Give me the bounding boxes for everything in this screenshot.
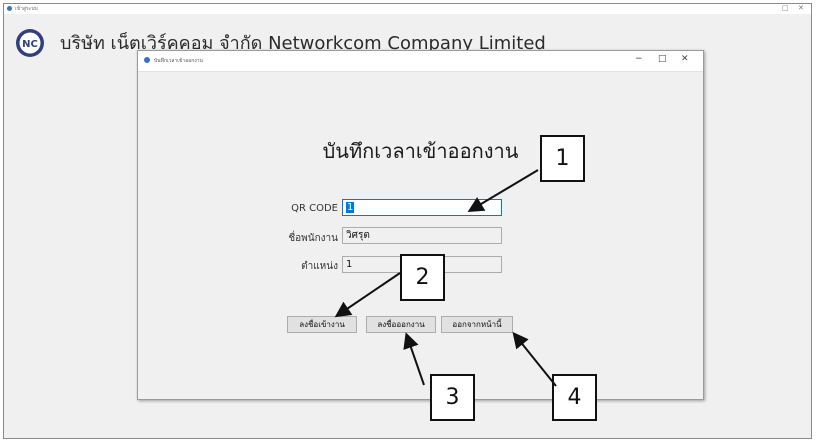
main-window-titlebar: เข้าสู่ระบบ □ ✕ xyxy=(4,4,811,14)
employee-name-field[interactable]: วิศรุต xyxy=(342,227,502,244)
check-in-button[interactable]: ลงชื่อเข้างาน xyxy=(287,316,357,333)
employee-name-value: วิศรุต xyxy=(346,230,370,241)
position-value: 1 xyxy=(346,259,353,270)
callout-4: 4 xyxy=(552,374,597,421)
maximize-button[interactable]: □ xyxy=(782,4,789,12)
dialog-titlebar: บันทึกเวลาเข้าออกงาน − □ ✕ xyxy=(138,51,703,72)
dialog-title: บันทึกเวลาเข้าออกงาน xyxy=(154,58,203,64)
dialog-minimize-button[interactable]: − xyxy=(635,54,643,64)
callout-2: 2 xyxy=(400,254,445,301)
qr-code-input[interactable]: 1 xyxy=(342,199,502,216)
main-window-title: เข้าสู่ระบบ xyxy=(15,6,38,12)
form-heading: บันทึกเวลาเข้าออกงาน xyxy=(322,139,519,163)
dialog-app-icon xyxy=(144,57,150,63)
position-label: ตำแหน่ง xyxy=(301,261,338,272)
logo-text: NC xyxy=(22,39,38,50)
app-icon xyxy=(7,6,12,11)
qr-code-label: QR CODE xyxy=(291,203,338,214)
callout-3: 3 xyxy=(430,374,475,421)
qr-code-value: 1 xyxy=(346,202,355,213)
check-out-button[interactable]: ลงชื่อออกงาน xyxy=(366,316,436,333)
exit-page-button[interactable]: ออกจากหน้านี้ xyxy=(441,316,513,333)
callout-1: 1 xyxy=(540,135,585,182)
company-logo-icon: NC xyxy=(16,29,44,57)
dialog-maximize-button[interactable]: □ xyxy=(658,54,667,64)
attendance-dialog: บันทึกเวลาเข้าออกงาน − □ ✕ xyxy=(137,50,704,400)
dialog-close-button[interactable]: ✕ xyxy=(681,54,689,64)
employee-name-label: ชื่อพนักงาน xyxy=(288,233,338,244)
close-button[interactable]: ✕ xyxy=(798,4,804,12)
